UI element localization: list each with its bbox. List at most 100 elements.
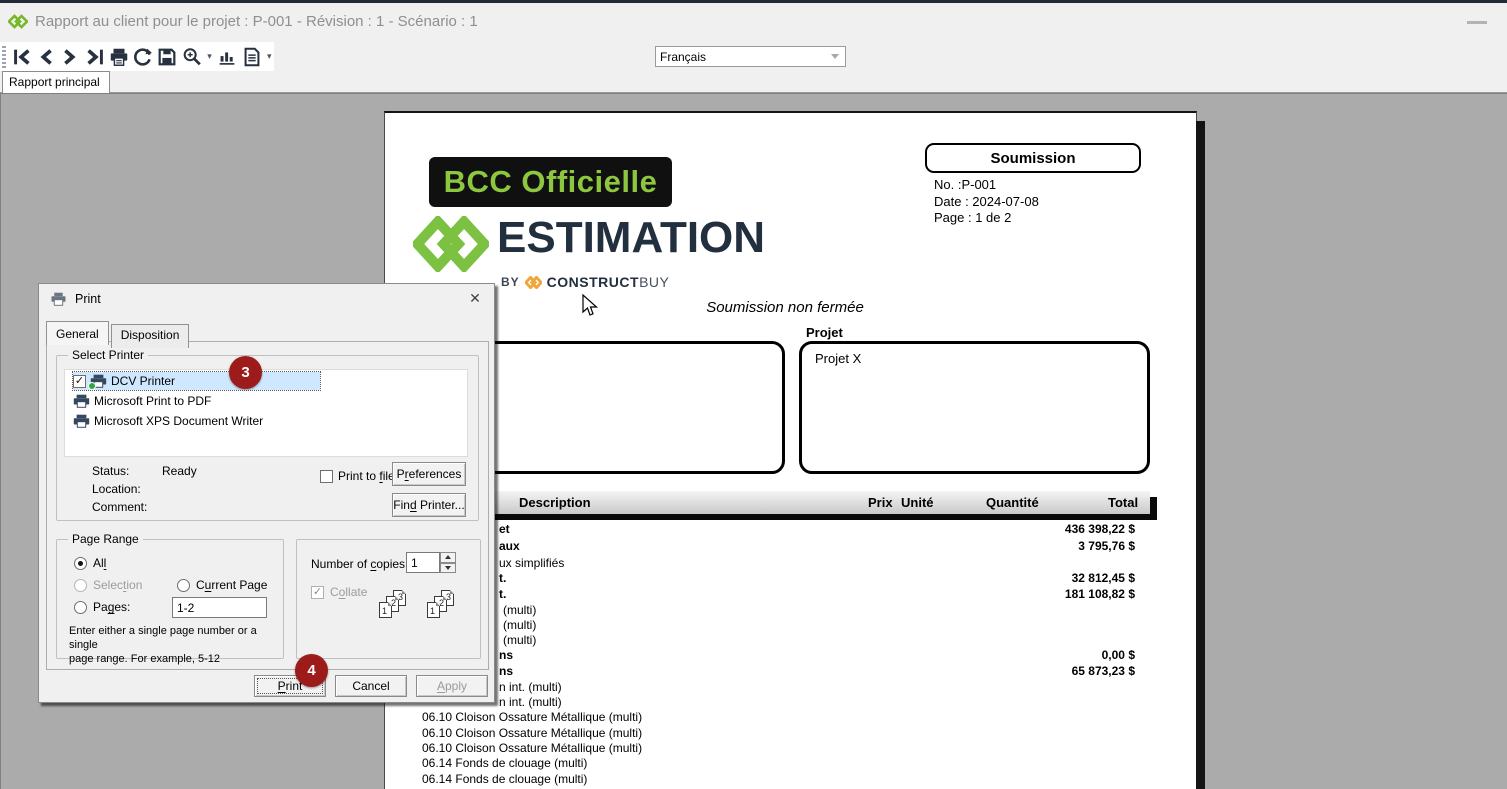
printer-name: DCV Printer [111,374,175,388]
collate-pages-icon: 3 2 1 [427,590,457,621]
printer-list-item[interactable]: ✓ DCV Printer [73,372,320,390]
stepper-down-icon[interactable] [440,563,456,574]
step-badge-3: 3 [229,356,262,389]
next-page-button[interactable] [59,45,81,69]
printer-name: Microsoft Print to PDF [94,394,211,408]
page-setup-icon [241,46,263,68]
table-row: 06.14 Fonds de clouage (multi) [385,772,1196,787]
zoom-button[interactable] [181,45,203,69]
zoom-dropdown-caret[interactable]: ▾ [205,51,214,62]
printer-list-item[interactable]: Microsoft XPS Document Writer [73,412,263,430]
collate-checkbox: ✓ Collate [311,585,367,599]
tab-general[interactable]: General [46,321,109,345]
table-rows: et 436 398,22 $ aux 3 795,76 $ ux simpli… [385,113,1196,789]
number-of-copies-label: Number of copies: [311,557,408,571]
radio-current-page-label: Current Page [196,578,267,592]
page-range-group: Page Range All Selection Current Page Pa… [56,539,284,659]
copies-input[interactable] [406,552,440,573]
status-value: Ready [162,464,197,478]
toolbar-strip: ▾ ▾ [0,42,274,71]
save-icon [156,46,178,68]
close-icon[interactable]: ✕ [466,289,484,307]
row-total: 181 108,82 $ [1065,587,1135,601]
table-row: t. 181 108,82 $ [385,587,1196,602]
title-bar: Rapport au client pour le projet : P-001… [0,3,1507,40]
table-row: aux 3 795,76 $ [385,539,1196,554]
copies-group: Number of copies: ✓ Collate 3 2 1 3 2 1 [296,539,481,659]
page-range-help: Enter either a single page number or a s… [69,624,283,666]
table-row: et 436 398,22 $ [385,522,1196,537]
zoom-icon [181,46,203,68]
table-row: (multi) [385,633,1196,648]
radio-icon[interactable] [74,557,87,570]
language-select[interactable]: Français [655,46,846,67]
print-icon [108,46,130,68]
table-row: 06.10 Cloison Ossature Métallique (multi… [385,741,1196,756]
table-row: ux simplifiés [385,556,1196,571]
toolbar-grip[interactable] [2,46,6,68]
last-page-icon [84,46,106,68]
comment-label: Comment: [92,500,147,514]
print-button[interactable] [108,45,130,69]
refresh-button[interactable] [132,45,154,69]
tab-disposition[interactable]: Disposition [111,324,190,348]
radio-icon[interactable] [74,601,87,614]
previous-page-button[interactable] [35,45,57,69]
radio-icon [74,579,87,592]
row-total: 65 873,23 $ [1072,664,1135,678]
chevron-down-icon [831,54,839,59]
print-to-file-checkbox[interactable]: Print to file [320,469,395,483]
checkbox-icon[interactable] [320,470,333,483]
radio-pages[interactable]: Pages: [74,600,130,614]
minimize-button[interactable] [1467,21,1487,24]
printer-name: Microsoft XPS Document Writer [94,414,263,428]
checkbox-icon: ✓ [311,586,324,599]
table-row: (multi) [385,618,1196,633]
stepper-up-icon[interactable] [440,552,456,563]
table-row: 06.10 Cloison Ossature Métallique (multi… [385,710,1196,725]
copies-stepper[interactable] [440,552,456,573]
radio-selection: Selection [74,578,142,592]
preferences-button[interactable]: Preferences [392,462,466,486]
table-row: n int. (multi) [385,695,1196,710]
last-page-button[interactable] [84,45,106,69]
location-label: Location: [92,482,141,496]
printer-icon [73,414,90,428]
chart-icon [216,46,238,68]
first-page-button[interactable] [11,45,33,69]
tab-bar: Rapport principal [0,71,1507,93]
report-page: BCC Officielle ESTIMATION BY CONSTRUCTBU… [384,111,1197,789]
collate-label: Collate [330,585,367,599]
printer-icon [90,374,107,388]
table-row: 06.14 Fonds de clouage (multi) [385,756,1196,771]
apply-button: Apply [416,675,488,697]
save-button[interactable] [156,45,178,69]
row-total: 0,00 $ [1102,648,1135,662]
mouse-cursor [582,294,600,318]
printer-checkbox[interactable]: ✓ [73,375,86,388]
collate-pages-icon: 3 2 1 [379,590,409,621]
radio-icon[interactable] [177,579,190,592]
status-label: Status: [92,464,129,478]
radio-selection-label: Selection [93,578,142,592]
print-dialog-title: Print [75,292,101,306]
page-setup-button[interactable] [240,45,262,69]
table-row: n int. (multi) [385,680,1196,695]
print-to-file-label: Print to file [338,469,395,483]
previous-page-icon [35,46,57,68]
language-value: Français [656,50,831,64]
page-setup-dropdown-caret[interactable]: ▾ [265,51,274,62]
toolbar: ▾ ▾ Français [0,42,1507,71]
page-range-legend: Page Range [68,532,143,546]
tab-rapport-principal[interactable]: Rapport principal [2,71,110,93]
printer-list-item[interactable]: Microsoft Print to PDF [73,392,211,410]
refresh-icon [132,46,154,68]
row-total: 436 398,22 $ [1065,522,1135,536]
radio-all[interactable]: All [74,556,106,570]
radio-current-page[interactable]: Current Page [177,578,267,592]
chart-button[interactable] [216,45,238,69]
find-printer-button[interactable]: Find Printer... [392,493,466,517]
cancel-button[interactable]: Cancel [335,675,407,697]
radio-all-label: All [93,556,106,570]
pages-range-input[interactable] [172,597,267,618]
